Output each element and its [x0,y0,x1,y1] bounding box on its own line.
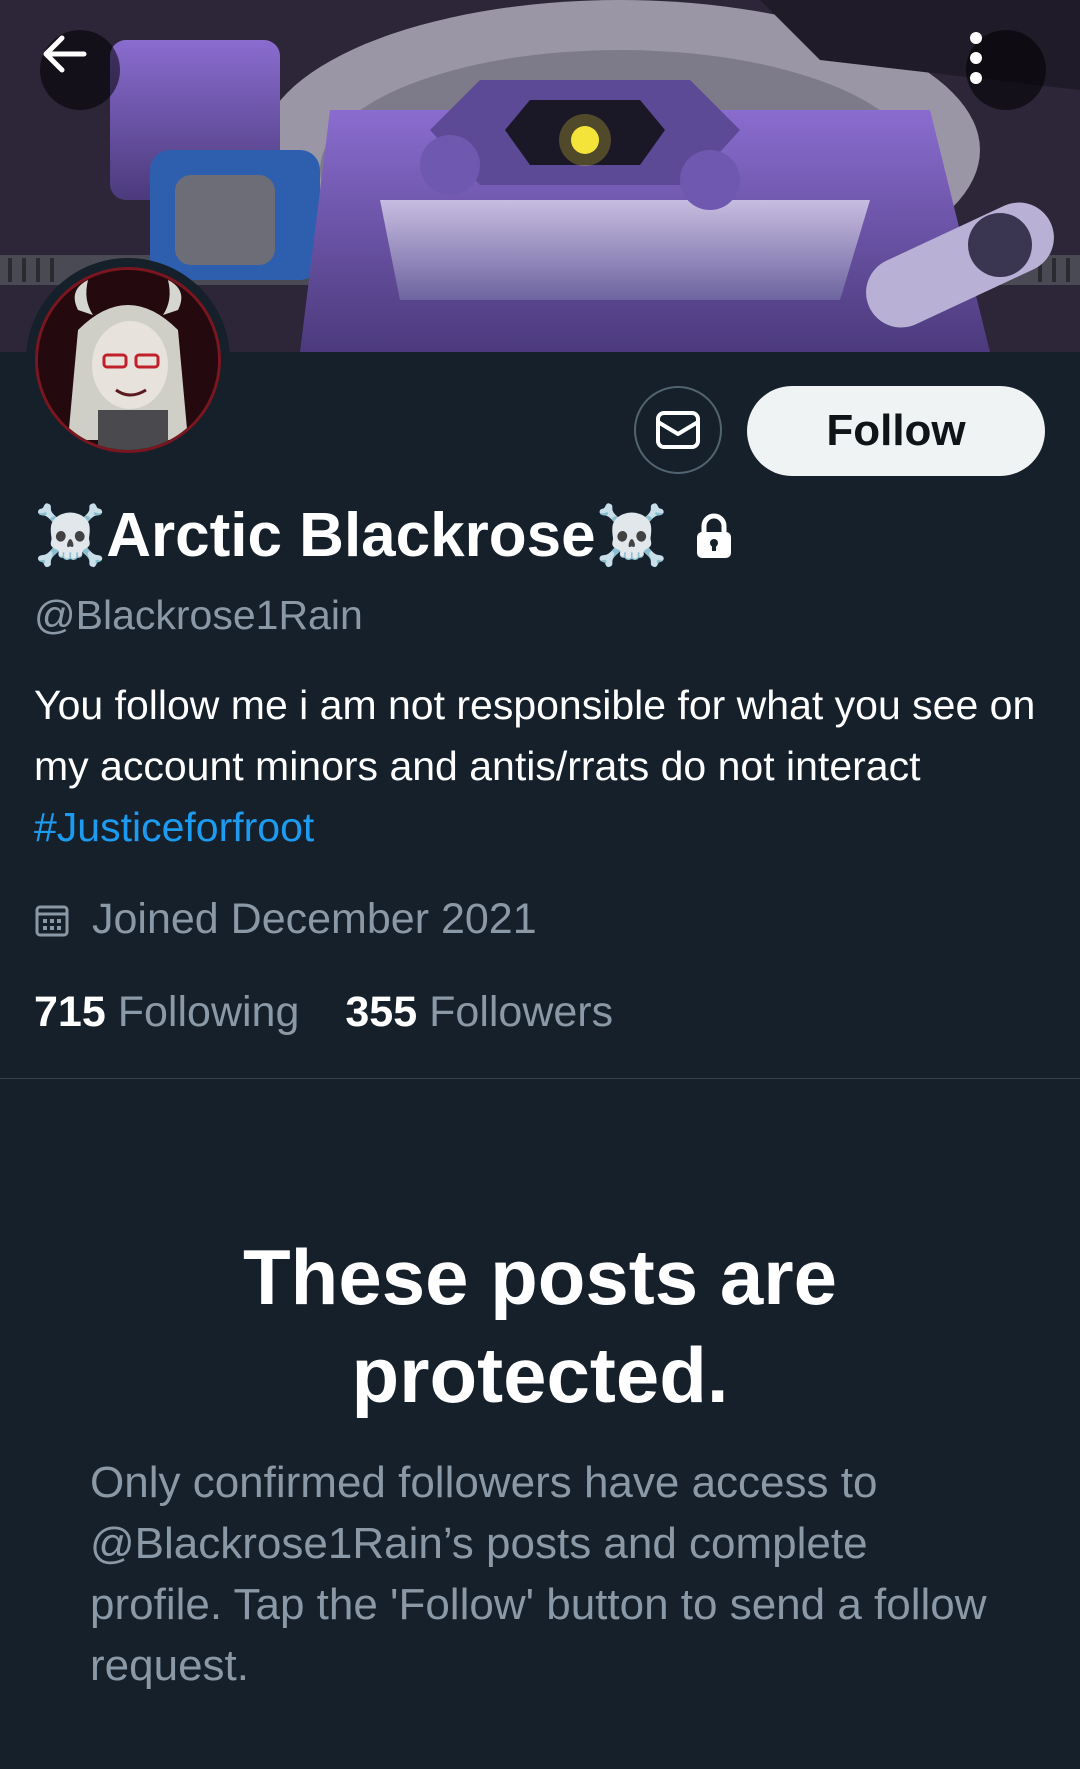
followers-label: Followers [429,988,614,1036]
protected-title: These posts are protected. [243,1233,837,1419]
divider [0,1078,1080,1079]
more-vertical-icon [970,32,982,84]
joined-date: Joined December 2021 [34,895,537,944]
display-name: ☠️ Arctic Blackrose ☠️ [34,500,734,571]
avatar-illustration [38,270,218,450]
more-options-button[interactable] [966,30,1046,110]
following-count: 715 [34,988,106,1036]
skull-emoji-left: ☠️ [34,501,107,569]
back-button[interactable] [40,30,120,110]
user-handle: @Blackrose1Rain [34,592,363,638]
avatar-image [35,267,221,453]
lock-icon [694,513,734,559]
message-button[interactable] [634,386,722,474]
follow-button[interactable]: Follow [747,386,1045,476]
followers-count: 355 [345,988,418,1036]
bio-text: You follow me i am not responsible for w… [34,682,1036,789]
bio-hashtag-link[interactable]: #Justiceforfroot [34,804,314,850]
following-link[interactable]: 715 Following [34,988,299,1037]
avatar[interactable] [26,258,230,462]
following-label: Following [117,988,300,1036]
calendar-icon [34,902,70,938]
envelope-icon [656,411,700,449]
joined-text: Joined December 2021 [92,895,537,943]
arrow-left-icon [43,35,87,73]
skull-emoji-right: ☠️ [595,501,668,569]
protected-description: Only confirmed followers have access to … [90,1458,987,1690]
followers-link[interactable]: 355 Followers [345,988,613,1037]
bio: You follow me i am not responsible for w… [34,675,1044,858]
follow-stats: 715 Following 355 Followers [34,988,613,1037]
display-name-text: Arctic Blackrose [106,501,596,570]
